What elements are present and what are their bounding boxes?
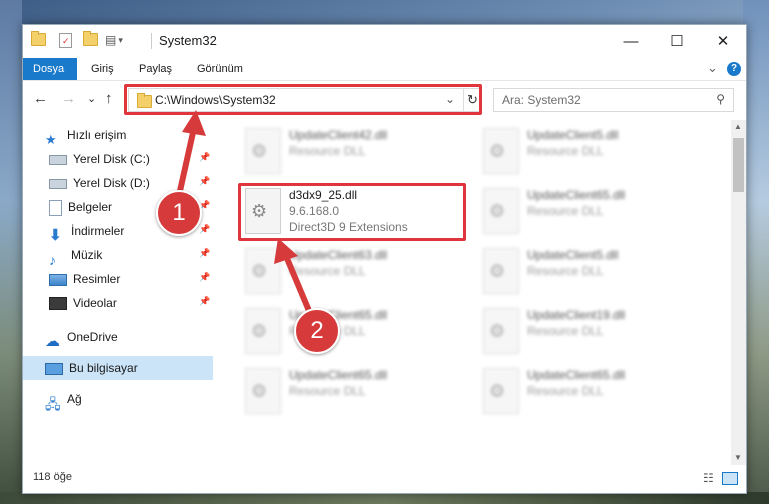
annotation-arrows — [175, 110, 315, 320]
step-badge-2: 2 — [294, 308, 340, 354]
step-badge-1: 1 — [156, 190, 202, 236]
arrow-1-head — [182, 110, 206, 136]
